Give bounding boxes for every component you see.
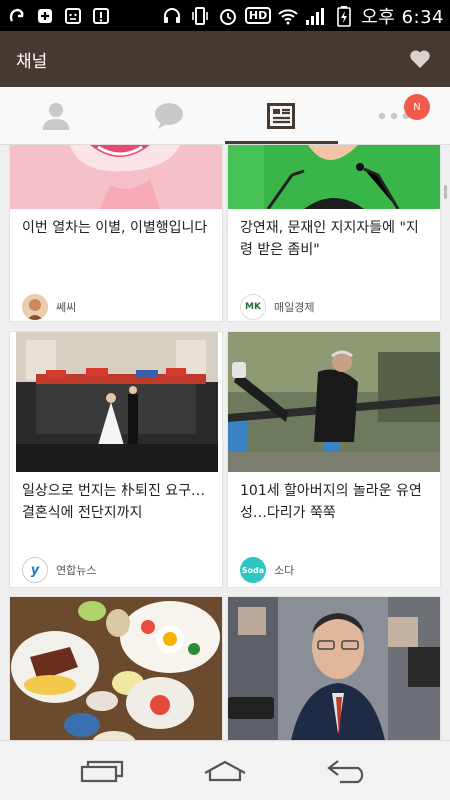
page-title: 채널: [16, 51, 48, 72]
source-name: 소다: [274, 564, 295, 577]
card-thumbnail: [10, 597, 222, 740]
system-nav-bar: [0, 740, 450, 800]
app-notification-icon: [6, 5, 28, 27]
tab-friends[interactable]: [0, 87, 113, 144]
channel-feed[interactable]: 이번 열차는 이별, 이별행입니다 쎄씨 강연재, 문재인 지지자들에 "지령 …: [0, 145, 450, 740]
news-card[interactable]: [9, 596, 223, 740]
wifi-icon: [277, 5, 299, 27]
system-status: HD 오후 6:34: [161, 3, 444, 29]
add-notification-icon: [34, 5, 56, 27]
card-title: 강연재, 문재인 지지자들에 "지령 받은 좀비": [240, 220, 419, 258]
new-badge: N: [404, 94, 430, 120]
card-title: 일상으로 번지는 朴퇴진 요구…결혼식에 전단지까지: [22, 483, 206, 521]
card-source: 쎄씨: [10, 287, 222, 327]
source-logo: [22, 294, 48, 320]
news-card[interactable]: [227, 596, 441, 740]
favorite-button[interactable]: [406, 45, 434, 73]
tab-channel[interactable]: [225, 87, 338, 144]
card-thumbnail: [10, 145, 222, 209]
source-logo: MK: [240, 294, 266, 320]
vibrate-icon: [189, 5, 211, 27]
scroll-indicator[interactable]: [444, 185, 447, 199]
card-thumbnail: [228, 145, 440, 209]
source-logo: Soda: [240, 557, 266, 583]
headset-icon: [161, 5, 183, 27]
source-logo: y: [22, 557, 48, 583]
card-title: 이번 열차는 이별, 이별행입니다: [22, 220, 208, 236]
news-card[interactable]: 이번 열차는 이별, 이별행입니다 쎄씨: [9, 145, 223, 322]
home-button[interactable]: [195, 751, 255, 791]
chat-icon: [154, 102, 183, 129]
heart-icon: [410, 50, 430, 68]
home-icon: [204, 760, 246, 781]
source-name: 연합뉴스: [56, 564, 97, 577]
card-title: 101세 할아버지의 놀라운 유연성…다리가 쭉쭉: [240, 483, 422, 521]
notification-icons: [6, 5, 112, 27]
news-card[interactable]: 일상으로 번지는 朴퇴진 요구…결혼식에 전단지까지 y 연합뉴스: [9, 331, 223, 588]
alarm-icon: [217, 5, 239, 27]
card-thumbnail: [228, 597, 440, 740]
signal-icon: [305, 5, 327, 27]
card-thumbnail: [228, 332, 440, 472]
source-name: 쎄씨: [56, 301, 77, 314]
clock: 오후 6:34: [361, 6, 444, 28]
tab-chats[interactable]: [113, 87, 226, 144]
card-thumbnail: [10, 332, 222, 472]
alert-notification-icon: [90, 5, 112, 27]
status-bar: HD 오후 6:34: [0, 0, 450, 31]
back-button[interactable]: [318, 751, 378, 791]
app-header: 채널: [0, 31, 450, 87]
emoji-notification-icon: [62, 5, 84, 27]
source-name: 매일경제: [274, 301, 315, 314]
tab-bar: N: [0, 87, 450, 145]
card-source: y 연합뉴스: [10, 550, 222, 590]
person-icon: [43, 102, 70, 130]
battery-charging-icon: [333, 5, 355, 27]
card-source: Soda 소다: [228, 550, 440, 590]
back-icon: [327, 759, 364, 783]
news-list-icon: [267, 102, 296, 129]
recent-apps-icon: [80, 760, 123, 782]
news-card[interactable]: 101세 할아버지의 놀라운 유연성…다리가 쭉쭉 Soda 소다: [227, 331, 441, 588]
hd-voice-badge: HD: [244, 7, 272, 24]
tab-more[interactable]: N: [338, 87, 450, 144]
recent-apps-button[interactable]: [72, 751, 132, 791]
card-source: MK 매일경제: [228, 287, 440, 327]
news-card[interactable]: 강연재, 문재인 지지자들에 "지령 받은 좀비" MK 매일경제: [227, 145, 441, 322]
